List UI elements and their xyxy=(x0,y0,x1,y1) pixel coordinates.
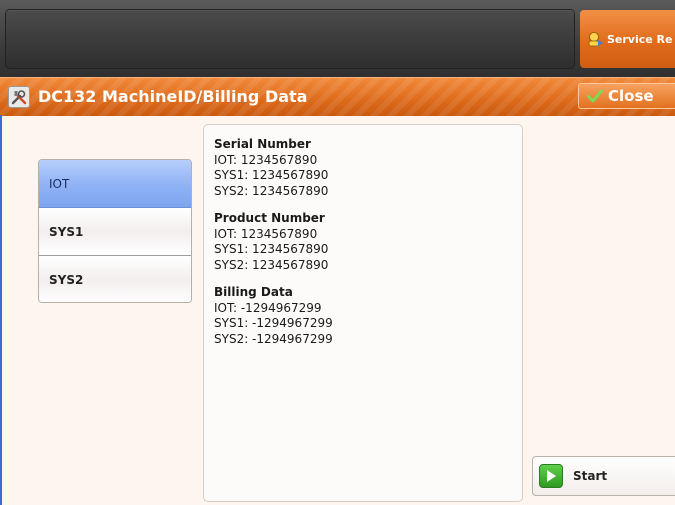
start-button[interactable]: Start xyxy=(532,456,675,496)
tools-icon xyxy=(8,86,30,108)
window-title-bar: DC132 MachineID/Billing Data xyxy=(0,77,675,116)
service-rep-button[interactable]: Service Re xyxy=(580,10,675,68)
start-label: Start xyxy=(573,469,608,483)
top-bar xyxy=(0,0,675,77)
info-line: SYS2: -1294967299 xyxy=(214,331,333,346)
product-number-section: Product Number IOT: 1234567890 SYS1: 123… xyxy=(214,211,512,273)
window-edge xyxy=(0,115,2,505)
window-title: DC132 MachineID/Billing Data xyxy=(38,87,308,106)
section-heading: Billing Data xyxy=(214,285,293,299)
info-line: SYS2: 1234567890 xyxy=(214,183,329,198)
service-rep-icon xyxy=(588,32,603,47)
info-line: SYS1: 1234567890 xyxy=(214,242,329,256)
tab-sys1[interactable]: SYS1 xyxy=(39,208,191,256)
info-line: IOT: -1294967299 xyxy=(214,300,322,315)
close-label: Close xyxy=(608,87,654,105)
close-button[interactable]: Close xyxy=(578,83,675,109)
info-line: IOT: 1234567890 xyxy=(214,152,318,167)
tab-label: IOT xyxy=(49,176,70,191)
device-tab-list: IOT SYS1 SYS2 xyxy=(38,159,192,303)
billing-data-section: Billing Data IOT: -1294967299 SYS1: -129… xyxy=(214,285,512,347)
checkmark-icon xyxy=(587,89,603,103)
service-rep-label: Service Re xyxy=(607,32,673,46)
tab-label: SYS2 xyxy=(49,273,84,287)
info-line: IOT: 1234567890 xyxy=(214,226,318,241)
tab-iot[interactable]: IOT xyxy=(39,160,191,208)
tab-sys2[interactable]: SYS2 xyxy=(39,256,191,302)
info-line: SYS1: 1234567890 xyxy=(214,168,329,182)
tab-label: SYS1 xyxy=(49,224,84,239)
section-heading: Serial Number xyxy=(214,137,311,151)
play-icon xyxy=(539,464,563,488)
info-line: SYS2: 1234567890 xyxy=(214,257,329,272)
machine-info-panel: Serial Number IOT: 1234567890 SYS1: 1234… xyxy=(203,124,523,502)
info-line: SYS1: -1294967299 xyxy=(214,316,333,330)
section-heading: Product Number xyxy=(214,211,325,225)
serial-number-section: Serial Number IOT: 1234567890 SYS1: 1234… xyxy=(214,137,512,199)
message-area xyxy=(6,10,574,68)
